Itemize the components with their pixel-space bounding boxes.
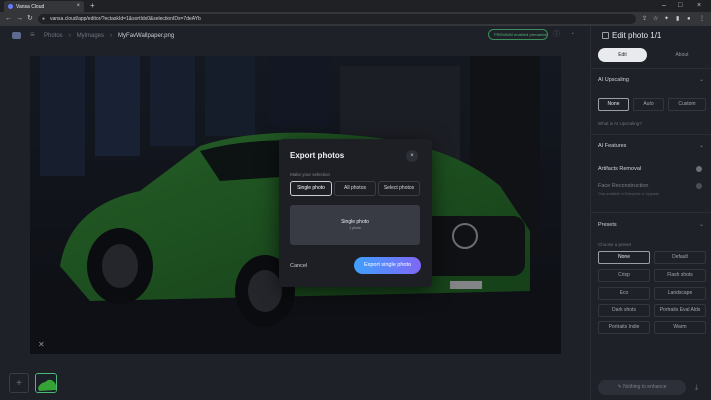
preset-dark-shots[interactable]: Dark shots — [598, 304, 650, 317]
face-reconstruction-note: Only available in Enterprise or Upgrade — [598, 192, 660, 196]
share-icon[interactable]: ⇪ — [642, 14, 647, 24]
face-toggle[interactable] — [696, 183, 702, 189]
upscaling-custom[interactable]: Custom — [668, 98, 706, 111]
tab-about[interactable]: About — [658, 48, 706, 62]
new-tab-button[interactable]: + — [90, 1, 95, 11]
photo-thumbnail[interactable] — [35, 373, 57, 393]
option-select-photos[interactable]: Select photos — [378, 181, 420, 196]
preset-crisp[interactable]: Crisp — [598, 269, 650, 282]
address-bar-row: ← → ↻ ● vansa.cloud/app/editor/?ectaskId… — [0, 12, 711, 26]
menu-icon[interactable]: ≡ — [30, 30, 35, 40]
lock-icon: ● — [42, 16, 46, 22]
chevron-down-icon: ⌄ — [698, 222, 704, 228]
thumbnail-image — [36, 374, 56, 392]
add-photo-button[interactable]: + — [9, 373, 29, 393]
upscaling-none[interactable]: None — [598, 98, 629, 111]
export-dialog: Export photos × Make your selection Sing… — [279, 139, 432, 287]
breadcrumb: Photos › Mylmages › MyFavWallpaper.png — [44, 33, 175, 39]
section-label: AI Upscaling — [598, 77, 629, 83]
tab-title: Vansa Cloud — [16, 3, 45, 10]
breadcrumb-photos[interactable]: Photos — [44, 33, 63, 39]
extensions-icon[interactable]: ✦ — [664, 14, 669, 24]
panel-tabs: Edit About — [598, 48, 706, 62]
presets-hint: Choose a preset — [598, 242, 632, 247]
artifacts-removal-row: Artifacts Removal — [598, 164, 706, 174]
divider — [591, 68, 711, 69]
section-ai-features[interactable]: AI Features ⌄ — [598, 141, 706, 151]
summary-count: 1 photo — [349, 226, 361, 230]
preset-default[interactable]: Default — [654, 251, 706, 264]
summary-title: Single photo — [341, 219, 369, 225]
cancel-button[interactable]: Cancel — [290, 262, 307, 270]
breadcrumb-myimages[interactable]: Mylmages — [77, 33, 104, 39]
plan-badge[interactable]: PREMIUM enabled (remaining) — [488, 29, 548, 40]
section-label: Presets — [598, 222, 617, 228]
browser-tab[interactable]: Vansa Cloud × — [4, 1, 84, 12]
preset-none[interactable]: None — [598, 251, 650, 264]
info-icon[interactable]: ⓘ — [553, 30, 560, 39]
close-window-icon[interactable]: × — [697, 0, 701, 12]
crop-icon[interactable]: ✕ — [38, 340, 45, 349]
enhance-label: Nothing to enhance — [623, 384, 667, 390]
ai-upscaling-help-link[interactable]: What is AI Upscaling? — [598, 121, 642, 127]
option-all-photos[interactable]: All photos — [334, 181, 376, 196]
preset-landscape[interactable]: Landscape — [654, 287, 706, 300]
bookmark-star-icon[interactable]: ☆ — [653, 14, 658, 24]
panel-title-text: Edit photo 1/1 — [612, 31, 662, 40]
section-ai-upscaling[interactable]: AI Upscaling ⌄ — [598, 75, 706, 85]
divider — [591, 134, 711, 135]
tab-edit[interactable]: Edit — [598, 48, 647, 62]
upscaling-auto[interactable]: Auto — [633, 98, 664, 111]
profile-icon[interactable]: ● — [687, 14, 691, 24]
maximize-icon[interactable]: □ — [678, 0, 682, 12]
dialog-title: Export photos — [290, 151, 345, 160]
app-logo-icon[interactable] — [12, 32, 21, 39]
close-tab-icon[interactable]: × — [76, 3, 80, 9]
reload-icon[interactable]: ↻ — [27, 13, 33, 25]
photo-icon — [602, 32, 609, 39]
minimize-icon[interactable]: – — [662, 0, 666, 12]
preset-eco[interactable]: Eco — [598, 287, 650, 300]
option-single-photo[interactable]: Single photo — [290, 181, 332, 196]
face-label: Face Reconstruction — [598, 183, 649, 189]
download-icon[interactable]: ⤓ — [695, 383, 698, 393]
site-favicon-icon — [8, 4, 13, 9]
section-presets[interactable]: Presets ⌄ — [598, 220, 706, 230]
bell-icon[interactable]: ◔ — [570, 30, 574, 39]
chevron-down-icon: ⌄ — [698, 143, 704, 149]
section-label: AI Features — [598, 143, 627, 149]
enhance-button[interactable]: ✎ Nothing to enhance — [598, 380, 686, 395]
url-text: vansa.cloud/app/editor/?ectaskId=1&sortI… — [50, 16, 201, 22]
artifacts-label: Artifacts Removal — [598, 166, 642, 172]
breadcrumb-file: MyFavWallpaper.png — [118, 33, 175, 39]
preset-portraits-indie[interactable]: Portraits Indie — [598, 321, 650, 334]
preset-warm[interactable]: Warm — [654, 321, 706, 334]
close-icon[interactable]: × — [406, 150, 418, 162]
preset-portraits-eval[interactable]: Portraits Eval Alds — [654, 304, 706, 317]
edit-panel: Edit photo 1/1 Edit About AI Upscaling ⌄… — [590, 26, 711, 400]
url-field[interactable]: ● vansa.cloud/app/editor/?ectaskId=1&sor… — [38, 14, 636, 24]
browser-tab-bar: Vansa Cloud × + – □ × — [0, 0, 711, 12]
artifacts-toggle[interactable] — [696, 166, 702, 172]
divider — [591, 212, 711, 213]
app-header: ≡ Photos › Mylmages › MyFavWallpaper.png PRE… — [0, 26, 590, 46]
face-reconstruction-row: Face Reconstruction — [598, 181, 706, 191]
back-icon[interactable]: ← — [5, 13, 12, 25]
selection-summary-card: Single photo 1 photo — [290, 205, 420, 245]
preset-flash-shots[interactable]: Flash shots — [654, 269, 706, 282]
more-menu-icon[interactable]: ⋮ — [699, 14, 705, 24]
panel-title: Edit photo 1/1 — [602, 31, 661, 41]
forward-icon[interactable]: → — [16, 13, 23, 25]
chevron-down-icon: ⌄ — [698, 77, 704, 83]
selection-hint: Make your selection — [290, 172, 331, 177]
export-button[interactable]: Export single photo — [354, 257, 421, 274]
sidebar-icon[interactable]: ▮ — [676, 14, 679, 24]
